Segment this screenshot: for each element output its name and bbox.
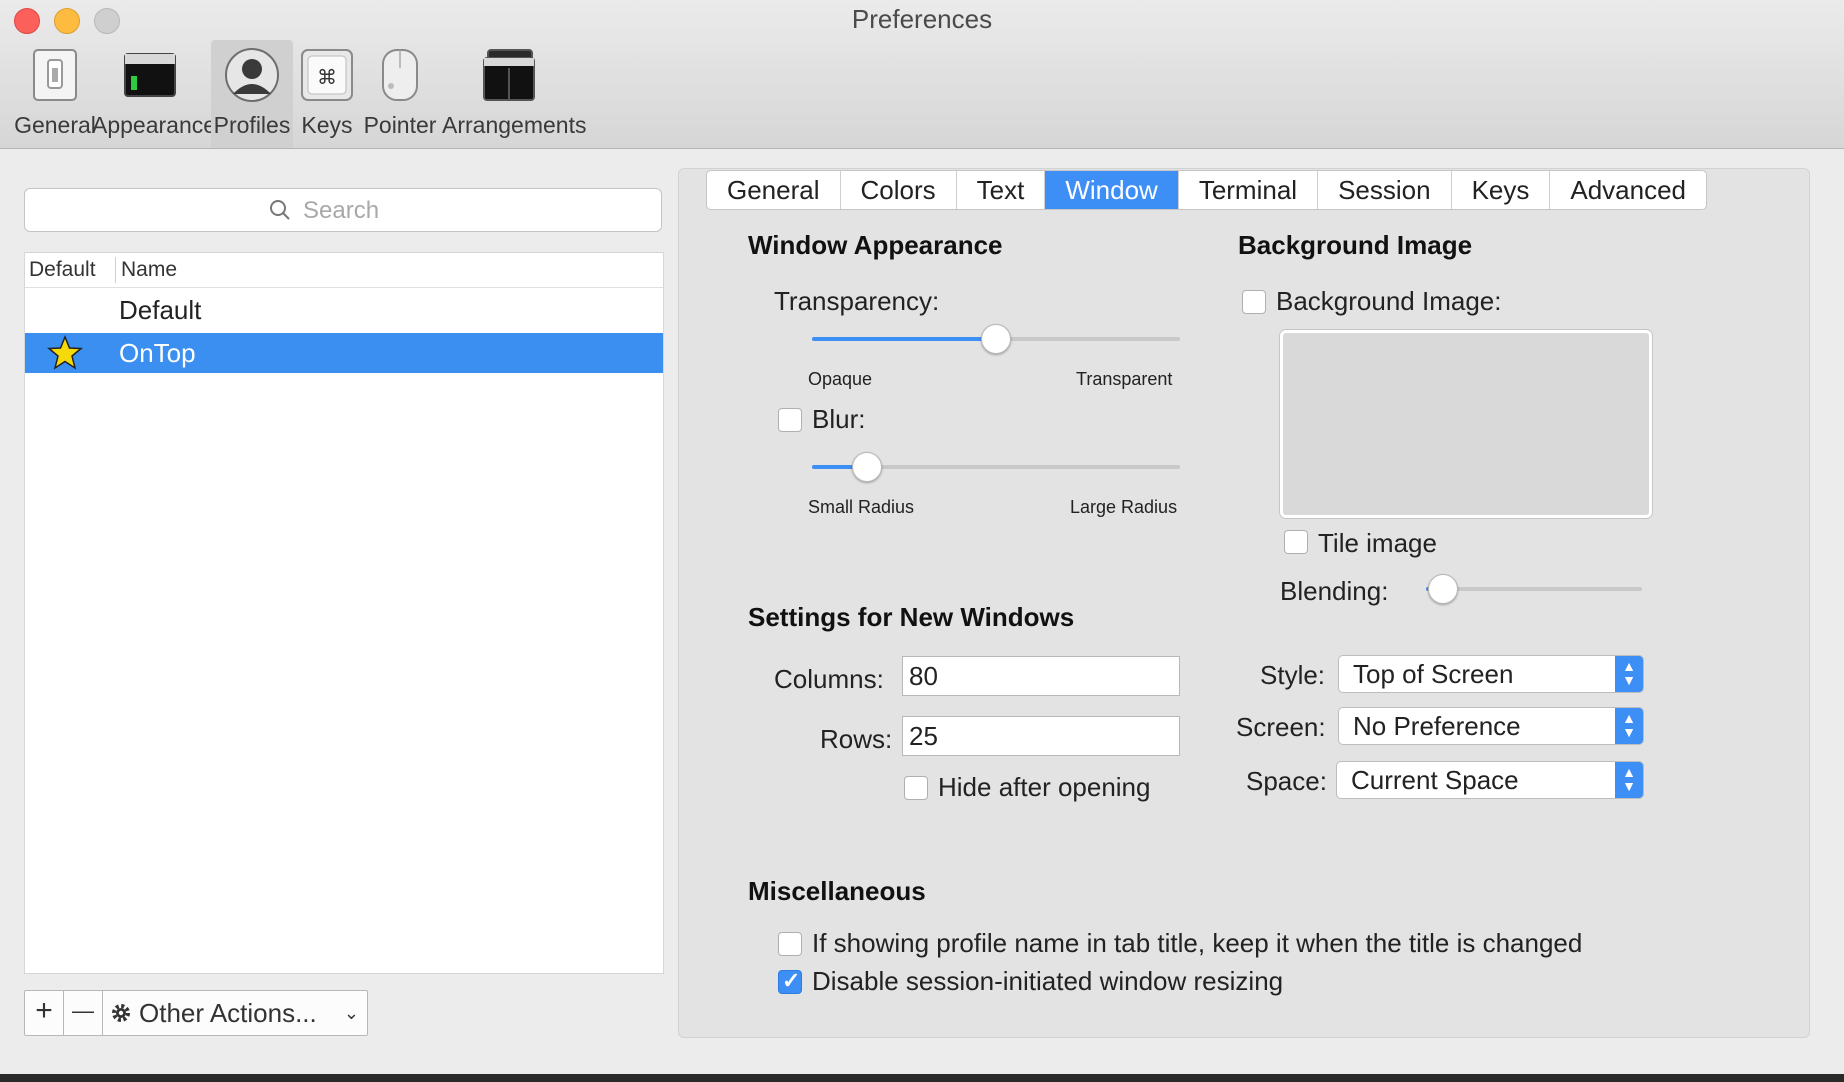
profile-name: Default: [119, 295, 202, 325]
space-select[interactable]: Current Space ▲ ▼: [1336, 761, 1644, 799]
screen-value: No Preference: [1353, 711, 1521, 741]
search-input[interactable]: [301, 195, 625, 227]
window-appearance-heading: Window Appearance: [748, 230, 1003, 260]
tab-session[interactable]: Session: [1318, 171, 1452, 209]
toolbar-appearance[interactable]: Appearance: [92, 40, 217, 148]
switch-icon: [33, 49, 77, 101]
disable-resizing-checkbox[interactable]: [778, 968, 802, 994]
hide-after-opening-label: Hide after opening: [938, 772, 1151, 802]
appearance-icon: [124, 53, 176, 97]
tab-advanced[interactable]: Advanced: [1550, 171, 1706, 209]
space-value: Current Space: [1351, 765, 1519, 795]
preferences-window: Preferences General Appearance Profiles …: [0, 0, 1844, 1074]
profiles-pane: Default Name Default OnTop + —: [24, 188, 664, 1038]
columns-field[interactable]: 80: [902, 656, 1180, 696]
screen-select[interactable]: No Preference ▲ ▼: [1338, 707, 1644, 745]
transparent-label: Transparent: [1076, 369, 1173, 389]
tab-window[interactable]: Window: [1045, 171, 1179, 209]
background-image-well[interactable]: [1280, 330, 1652, 518]
blending-slider[interactable]: [1426, 574, 1642, 604]
blur-slider[interactable]: [812, 452, 1180, 482]
style-value: Top of Screen: [1353, 659, 1514, 689]
titlebar: Preferences General Appearance Profiles …: [0, 0, 1844, 149]
new-windows-heading: Settings for New Windows: [748, 602, 1075, 632]
toolbar-arrangements[interactable]: Arrangements: [442, 40, 587, 148]
arrangements-icon: [483, 49, 535, 101]
star-icon: [47, 335, 83, 370]
blur-label: Blur:: [812, 404, 866, 434]
toolbar-general[interactable]: General: [6, 40, 104, 148]
toolbar-label: Keys: [301, 112, 353, 138]
disable-resizing-label: Disable session-initiated window resizin…: [812, 966, 1284, 996]
toolbar-label: Appearance: [92, 112, 217, 138]
search-icon: [270, 200, 290, 220]
background-image-checkbox[interactable]: [1242, 290, 1266, 314]
slider-fill: [812, 337, 996, 341]
rows-field[interactable]: 25: [902, 716, 1180, 756]
svg-text:⌘: ⌘: [317, 65, 337, 89]
keep-profile-name-checkbox[interactable]: [778, 932, 802, 956]
profile-list: Default Name Default OnTop: [24, 252, 664, 974]
screen-label: Screen:: [1236, 712, 1326, 742]
small-radius-label: Small Radius: [808, 497, 915, 517]
chevron-up-down-icon: ▲ ▼: [1615, 656, 1643, 692]
background-image-heading: Background Image: [1238, 230, 1473, 260]
column-divider: [115, 257, 116, 283]
toolbar-label: Arrangements: [442, 112, 587, 138]
opaque-label: Opaque: [808, 369, 873, 389]
tile-image-checkbox[interactable]: [1284, 530, 1308, 554]
keep-profile-name-label: If showing profile name in tab title, ke…: [812, 928, 1583, 958]
profile-row-selected[interactable]: OnTop: [25, 333, 663, 373]
profile-row[interactable]: Default: [25, 287, 663, 333]
chevron-up-down-icon: ▲ ▼: [1615, 708, 1643, 744]
mouse-icon: [382, 49, 418, 101]
tab-general[interactable]: General: [707, 171, 841, 209]
large-radius-label: Large Radius: [1070, 497, 1178, 517]
toolbar-profiles[interactable]: Profiles: [211, 40, 293, 148]
hide-after-opening-checkbox[interactable]: [904, 776, 928, 800]
tab-text[interactable]: Text: [957, 171, 1046, 209]
blending-label: Blending:: [1280, 576, 1389, 606]
gear-icon: [112, 1004, 130, 1022]
style-select[interactable]: Top of Screen ▲ ▼: [1338, 655, 1644, 693]
transparency-slider[interactable]: [812, 324, 1180, 354]
background-image-label: Background Image:: [1276, 286, 1502, 316]
toolbar-label: General: [14, 112, 96, 138]
miscellaneous-heading: Miscellaneous: [748, 876, 926, 906]
toolbar-label: Pointer: [363, 112, 437, 138]
profile-actions-bar: + — Other Actions... ⌄: [24, 990, 368, 1036]
toolbar-label: Profiles: [213, 112, 291, 138]
settings-tabs: General Colors Text Window Terminal Sess…: [706, 170, 1708, 210]
profile-name: OnTop: [119, 338, 196, 368]
slider-knob[interactable]: [852, 452, 883, 482]
window-title: Preferences: [851, 4, 993, 34]
list-header: Default Name: [25, 253, 663, 288]
space-label: Space:: [1246, 766, 1327, 796]
toolbar-keys[interactable]: ⌘ Keys: [296, 40, 358, 148]
other-actions-label: Other Actions...: [139, 998, 317, 1028]
tab-keys[interactable]: Keys: [1452, 171, 1551, 209]
tile-image-label: Tile image: [1318, 528, 1437, 558]
style-label: Style:: [1260, 660, 1326, 690]
chevron-up-down-icon: ▲ ▼: [1615, 762, 1643, 798]
search-field[interactable]: [24, 188, 662, 232]
add-profile-button[interactable]: +: [25, 991, 63, 1035]
slider-knob[interactable]: [981, 324, 1011, 354]
columns-label: Columns:: [774, 664, 884, 694]
profile-icon: [225, 48, 279, 102]
remove-profile-button[interactable]: —: [64, 991, 102, 1035]
column-header-name[interactable]: Name: [121, 258, 177, 282]
transparency-label: Transparency:: [774, 286, 940, 316]
blur-checkbox[interactable]: [778, 408, 802, 432]
tab-colors[interactable]: Colors: [841, 171, 957, 209]
other-actions-button[interactable]: Other Actions... ⌄: [103, 991, 367, 1035]
command-key-icon: ⌘: [301, 49, 353, 101]
rows-label: Rows:: [820, 724, 893, 754]
toolbar-pointer[interactable]: Pointer: [362, 40, 438, 148]
column-header-default[interactable]: Default: [29, 258, 96, 282]
chevron-down-icon: ⌄: [343, 1003, 359, 1023]
tab-terminal[interactable]: Terminal: [1179, 171, 1319, 209]
